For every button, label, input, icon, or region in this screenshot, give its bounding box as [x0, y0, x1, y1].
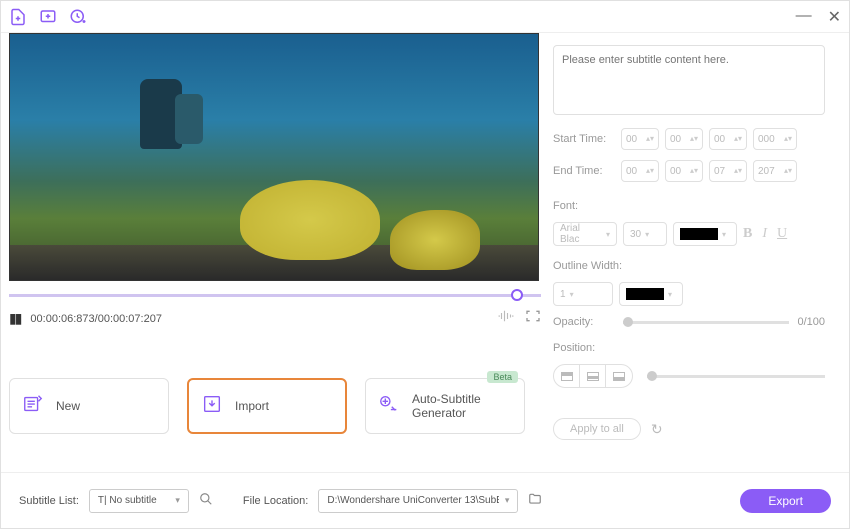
opacity-label: Opacity: — [553, 316, 615, 328]
add-frame-icon[interactable] — [39, 8, 57, 26]
timeline-handle[interactable] — [511, 289, 523, 301]
position-bottom-button[interactable] — [606, 365, 632, 387]
outline-color-select[interactable]: ▾ — [619, 282, 683, 306]
outline-width-select[interactable]: 1▾ — [553, 282, 613, 306]
footer-bar: Subtitle List: T| No subtitle▾ File Loca… — [1, 472, 849, 528]
refresh-icon[interactable]: ↻ — [651, 421, 663, 438]
start-ms-stepper[interactable]: 000▴▾ — [753, 128, 797, 150]
file-location-select[interactable]: D:\Wondershare UniConverter 13\SubEdito▾ — [318, 489, 518, 513]
add-clock-icon[interactable] — [69, 8, 87, 26]
title-bar: — ✕ — [1, 1, 849, 33]
import-label: Import — [235, 399, 269, 413]
bold-button[interactable]: B — [743, 226, 752, 242]
new-label: New — [56, 399, 80, 413]
export-button[interactable]: Export — [740, 489, 831, 513]
auto-subtitle-icon — [378, 393, 400, 420]
font-family-select[interactable]: Arial Blac▾ — [553, 222, 617, 246]
new-icon — [22, 393, 44, 420]
underline-button[interactable]: U — [777, 226, 787, 242]
auto-subtitle-label: Auto-Subtitle Generator — [412, 392, 512, 420]
import-subtitle-button[interactable]: Import — [187, 378, 347, 434]
position-buttons — [553, 364, 633, 388]
font-label: Font: — [553, 200, 578, 212]
minimize-button[interactable]: — — [796, 7, 812, 27]
fullscreen-icon[interactable] — [525, 309, 541, 328]
timeline[interactable] — [9, 291, 541, 301]
font-size-select[interactable]: 30▾ — [623, 222, 667, 246]
subtitle-list-select[interactable]: T| No subtitle▾ — [89, 489, 189, 513]
video-preview[interactable] — [9, 33, 539, 281]
close-button[interactable]: ✕ — [828, 7, 841, 27]
beta-badge: Beta — [487, 371, 518, 383]
position-top-button[interactable] — [554, 365, 580, 387]
position-middle-button[interactable] — [580, 365, 606, 387]
end-time-label: End Time: — [553, 165, 615, 177]
time-display: 00:00:06:873/00:00:07:207 — [30, 313, 162, 325]
font-color-select[interactable]: ▾ — [673, 222, 737, 246]
position-slider[interactable] — [647, 375, 825, 378]
subtitle-list-label: Subtitle List: — [19, 495, 79, 507]
end-ms-stepper[interactable]: 207▴▾ — [753, 160, 797, 182]
start-seconds-stepper[interactable]: 00▴▾ — [709, 128, 747, 150]
import-icon — [201, 393, 223, 420]
start-time-label: Start Time: — [553, 133, 615, 145]
opacity-value: 0/100 — [797, 316, 825, 328]
subtitle-content-input[interactable] — [553, 45, 825, 115]
apply-to-all-button[interactable]: Apply to all — [553, 418, 641, 440]
start-hours-stepper[interactable]: 00▴▾ — [621, 128, 659, 150]
auto-subtitle-button[interactable]: Beta Auto-Subtitle Generator — [365, 378, 525, 434]
end-minutes-stepper[interactable]: 00▴▾ — [665, 160, 703, 182]
pause-button[interactable]: ▮▮ — [9, 310, 20, 327]
start-minutes-stepper[interactable]: 00▴▾ — [665, 128, 703, 150]
end-hours-stepper[interactable]: 00▴▾ — [621, 160, 659, 182]
search-icon[interactable] — [199, 492, 213, 509]
position-label: Position: — [553, 342, 595, 354]
outline-width-label: Outline Width: — [553, 260, 622, 272]
add-file-icon[interactable] — [9, 8, 27, 26]
opacity-slider[interactable] — [623, 321, 789, 324]
audio-waveform-icon[interactable] — [497, 309, 515, 328]
new-subtitle-button[interactable]: New — [9, 378, 169, 434]
folder-icon[interactable] — [528, 492, 542, 509]
file-location-label: File Location: — [243, 495, 308, 507]
italic-button[interactable]: I — [762, 226, 767, 242]
end-seconds-stepper[interactable]: 07▴▾ — [709, 160, 747, 182]
